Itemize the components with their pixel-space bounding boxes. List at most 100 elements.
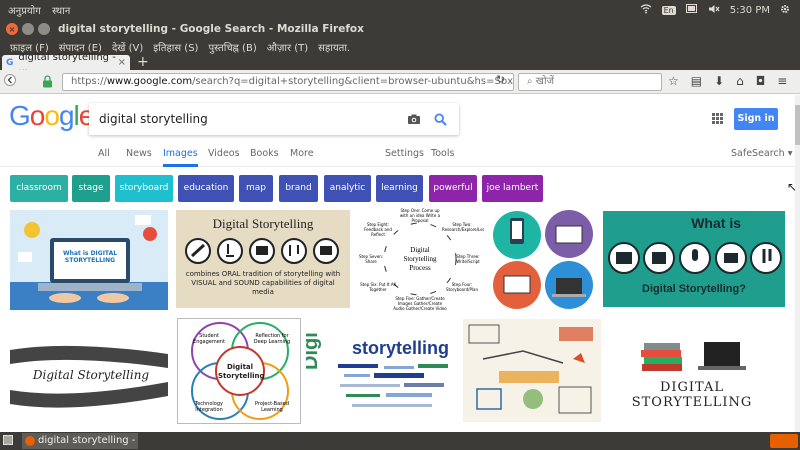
sign-in-button[interactable]: Sign in xyxy=(734,108,778,130)
taskbar-firefox-window[interactable]: digital storytelling - ... xyxy=(22,433,138,449)
tab-news[interactable]: News xyxy=(126,148,152,159)
browser-tab[interactable]: G digital storytelling - ... × xyxy=(2,52,130,74)
image-7-bubble-4: Project-Based Learning xyxy=(254,401,290,413)
image-result-7[interactable]: Digital Storytelling Student Engagement … xyxy=(177,318,301,424)
image-3-step-1: Step One: Come up with an idea Write a P… xyxy=(399,208,441,223)
keyboard-layout-indicator[interactable]: En xyxy=(661,5,676,15)
search-type-tabs: All News Images Videos Books More Settin… xyxy=(0,148,800,167)
reading-list-icon[interactable]: ▤ xyxy=(691,74,702,88)
navigation-toolbar: https://www.google.com/search?q=digital+… xyxy=(0,70,800,94)
image-8-word-big: storytelling xyxy=(352,338,450,358)
download-icon[interactable]: ⬇ xyxy=(714,74,724,88)
tools-link[interactable]: Tools xyxy=(431,148,454,159)
chip-powerful[interactable]: powerful xyxy=(429,175,477,202)
page-scrollbar[interactable] xyxy=(795,95,800,432)
image-3-step-3: Step Three: Write/Script xyxy=(456,254,480,264)
books-and-laptop-illustration xyxy=(641,342,746,371)
chip-map[interactable]: map xyxy=(239,175,273,202)
chip-joe-lambert[interactable]: joe lambert xyxy=(482,175,543,202)
url-bar[interactable]: https://www.google.com/search?q=digital+… xyxy=(62,73,514,91)
image-3-step-5: Step Five: Gather/Create Images Gather/C… xyxy=(393,296,447,311)
image-result-2[interactable]: Digital Storytelling combines ORAL tradi… xyxy=(176,210,350,308)
google-favicon-icon: G xyxy=(6,57,14,68)
browser-search-field[interactable]: ⌕ खोजें xyxy=(518,73,662,91)
image-result-3[interactable]: Digital Storytelling Process Step One: C… xyxy=(356,208,484,311)
volume-icon[interactable] xyxy=(708,4,720,17)
chip-storyboard[interactable]: storyboard xyxy=(115,175,173,202)
settings-link[interactable]: Settings xyxy=(385,148,424,159)
image-3-center-text: Digital Storytelling Process xyxy=(403,246,437,272)
wifi-icon[interactable] xyxy=(640,3,652,17)
new-tab-button[interactable]: + xyxy=(137,54,149,70)
bookmark-star-icon[interactable]: ☆ xyxy=(668,74,679,88)
tab-books[interactable]: Books xyxy=(250,148,279,159)
os-menu-applications[interactable]: अनुप्रयोग xyxy=(8,6,41,17)
reload-icon[interactable]: ↻ xyxy=(496,73,505,86)
chip-learning[interactable]: learning xyxy=(376,175,423,202)
browser-search-placeholder: खोजें xyxy=(535,76,554,87)
chip-education[interactable]: education xyxy=(178,175,234,202)
media-icons-row-teal xyxy=(608,242,782,274)
tab-close-icon[interactable]: × xyxy=(118,57,126,68)
tab-more[interactable]: More xyxy=(290,148,314,159)
image-5-subtitle: Digital Storytelling? xyxy=(642,283,746,295)
os-menus: अनुप्रयोग स्थान xyxy=(0,3,70,17)
window-minimize-button[interactable] xyxy=(22,23,34,35)
google-logo[interactable]: Google xyxy=(9,100,94,132)
chip-stage[interactable]: stage xyxy=(72,175,110,202)
settings-gear-icon[interactable] xyxy=(780,4,790,17)
sketchnote-illustration xyxy=(468,324,593,414)
image-3-step-2: Step Two: Research/Explore/Learn xyxy=(442,222,484,232)
image-3-step-8: Step Eight: Feedback and Reflect xyxy=(364,222,392,237)
chip-brand[interactable]: brand xyxy=(279,175,318,202)
tab-videos[interactable]: Videos xyxy=(208,148,240,159)
menu-bar: फ़ाइल (F) संपादन (E) देखें (V) इतिहास (S… xyxy=(0,38,800,55)
menu-tools[interactable]: औज़ार (T) xyxy=(267,40,308,54)
image-result-6[interactable]: Digital Storytelling xyxy=(10,320,168,432)
window-close-button[interactable]: × xyxy=(6,23,18,35)
image-result-5[interactable]: What is Digital Storytelling? xyxy=(603,211,785,307)
pocket-icon[interactable]: ◘ xyxy=(756,74,766,88)
home-icon[interactable]: ⌂ xyxy=(736,74,744,88)
image-6-title: Digital Storytelling xyxy=(32,368,150,382)
image-7-bubble-2: Reflection for Deep Learning xyxy=(253,333,291,345)
safesearch-toggle[interactable]: SafeSearch ▾ xyxy=(731,148,792,159)
image-result-4[interactable] xyxy=(490,208,596,311)
battery-icon[interactable] xyxy=(685,4,698,16)
site-info-icon[interactable] xyxy=(40,75,54,92)
google-header: Google digital storytelling Sign in All … xyxy=(0,95,800,167)
window-titlebar: × digital storytelling - Google Search -… xyxy=(0,20,800,38)
scrollbar-thumb[interactable] xyxy=(795,105,800,145)
url-scheme: https:// xyxy=(71,76,107,87)
window-maximize-button[interactable] xyxy=(38,23,50,35)
mouse-cursor-icon: ↖ xyxy=(787,180,798,194)
menu-hamburger-icon[interactable]: ≡ xyxy=(777,74,787,88)
chip-classroom[interactable]: classroom xyxy=(10,175,68,202)
search-icon[interactable] xyxy=(434,103,447,135)
menu-help[interactable]: सहायता. xyxy=(318,40,350,54)
media-icons-row xyxy=(185,238,339,264)
toolbar-icons: ☆ ▤ ⬇ ⌂ ◘ ≡ xyxy=(668,74,787,88)
chip-analytic[interactable]: analytic xyxy=(324,175,371,202)
back-button[interactable] xyxy=(0,73,20,90)
image-result-9[interactable] xyxy=(463,319,601,422)
clock[interactable]: 5:30 PM xyxy=(730,5,770,16)
image-7-bubble-3: Technology Integration xyxy=(194,401,223,413)
menu-bookmarks[interactable]: पुस्तचिह्न (B) xyxy=(208,40,256,54)
search-icon: ⌕ xyxy=(527,76,533,87)
image-result-1[interactable]: What is DIGITAL STORYTELLING xyxy=(10,210,168,310)
image-result-10[interactable]: DIGITAL STORYTELLING xyxy=(612,330,772,420)
show-desktop-icon[interactable] xyxy=(3,435,13,445)
tab-images[interactable]: Images xyxy=(163,148,198,167)
apps-grid-icon[interactable] xyxy=(712,113,723,124)
os-menu-places[interactable]: स्थान xyxy=(52,6,70,17)
image-8-word-vertical: Digital xyxy=(306,332,322,370)
image-3-step-7: Step Seven: Share xyxy=(358,254,384,264)
image-result-8[interactable]: storytelling Digital xyxy=(306,332,456,418)
trash-icon[interactable] xyxy=(770,434,798,448)
search-query-text: digital storytelling xyxy=(99,112,208,126)
google-search-input[interactable]: digital storytelling xyxy=(89,103,459,135)
tab-all[interactable]: All xyxy=(98,148,110,159)
camera-icon[interactable] xyxy=(407,103,421,135)
menu-history[interactable]: इतिहास (S) xyxy=(153,40,198,54)
